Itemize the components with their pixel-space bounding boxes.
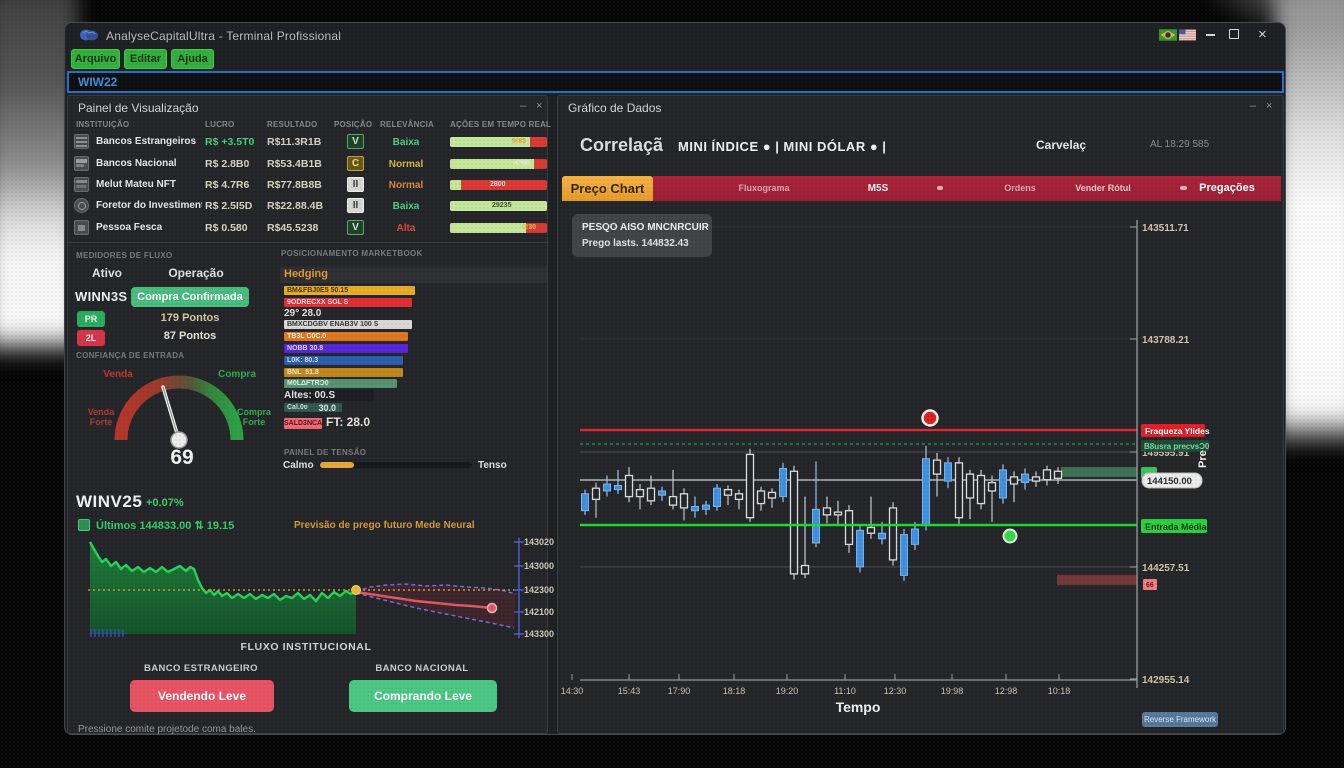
svg-text:19:20: 19:20 <box>776 686 799 696</box>
svg-text:143511.71: 143511.71 <box>1142 223 1189 234</box>
svg-text:Tempo: Tempo <box>836 699 881 715</box>
svg-text:15:43: 15:43 <box>618 686 641 696</box>
svg-text:10:18: 10:18 <box>1048 686 1071 696</box>
svg-text:12:30: 12:30 <box>884 686 907 696</box>
svg-text:Fraqueza Ylides: Fraqueza Ylides <box>1145 426 1210 436</box>
svg-text:18:18: 18:18 <box>723 686 746 696</box>
svg-text:B8usra precvsƆ0: B8usra precvsƆ0 <box>1144 442 1210 451</box>
svg-text:142955.14: 142955.14 <box>1142 675 1190 686</box>
svg-text:66: 66 <box>1146 582 1154 589</box>
svg-text:12:98: 12:98 <box>995 686 1018 696</box>
svg-text:11:10: 11:10 <box>834 686 856 696</box>
svg-text:14:30: 14:30 <box>561 686 584 696</box>
svg-text:Pre: Pre <box>1197 450 1209 468</box>
svg-text:144150.00: 144150.00 <box>1147 476 1192 487</box>
svg-text:17:90: 17:90 <box>668 686 691 696</box>
svg-text:144257.51: 144257.51 <box>1142 563 1190 574</box>
svg-text:Entrada Média: Entrada Média <box>1145 522 1208 532</box>
svg-text:19:98: 19:98 <box>941 686 964 696</box>
svg-text:143788.21: 143788.21 <box>1142 335 1190 346</box>
